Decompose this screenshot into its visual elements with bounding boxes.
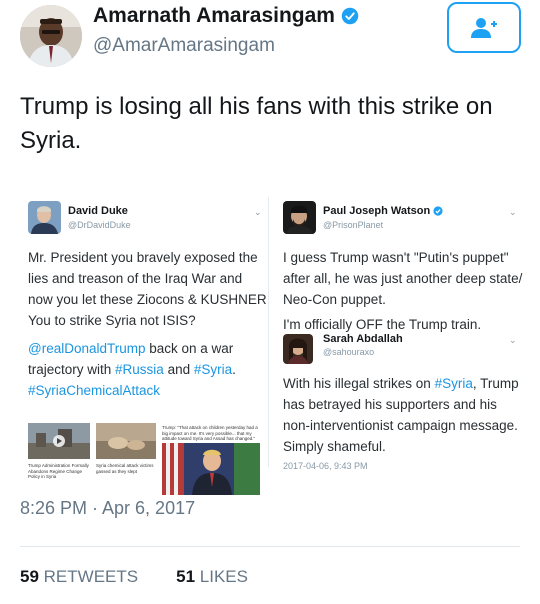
text-fragment: and bbox=[163, 362, 194, 377]
chevron-down-icon: ⌄ bbox=[254, 207, 262, 217]
follow-button[interactable] bbox=[447, 2, 521, 53]
mini-author-name: Paul Joseph Watson bbox=[323, 205, 443, 217]
likes-label[interactable]: LIKES bbox=[200, 567, 248, 586]
mini-author-handle: @DrDavidDuke bbox=[68, 220, 131, 230]
mini-tweet-text: I guess Trump wasn't "Putin's puppet" af… bbox=[283, 247, 528, 310]
retweets-label[interactable]: RETWEETS bbox=[44, 567, 138, 586]
author-handle[interactable]: @AmarAmarasingam bbox=[93, 35, 275, 57]
mini-author-handle: @PrisonPlanet bbox=[323, 220, 384, 230]
verified-badge-icon bbox=[341, 7, 359, 25]
embedded-divider bbox=[268, 197, 269, 467]
text-line: non-interventionist campaign message. bbox=[283, 418, 518, 433]
mini-author-name: David Duke bbox=[68, 205, 128, 217]
tweet-stats: 59 RETWEETS 51 LIKES bbox=[20, 567, 248, 587]
chevron-down-icon: ⌄ bbox=[509, 335, 517, 345]
embedded-image[interactable]: David Duke @DrDavidDuke ⌄ Mr. President … bbox=[0, 175, 540, 495]
tweet-text: Trump is losing all his fans with this s… bbox=[20, 93, 493, 154]
text-line: I guess Trump wasn't "Putin's puppet" bbox=[283, 250, 509, 265]
add-user-icon bbox=[471, 17, 497, 38]
text-line: lies and treason of the Iraq War and bbox=[28, 271, 243, 286]
mini-tweet-text: Mr. President you bravely exposed the li… bbox=[28, 247, 268, 331]
likes-count[interactable]: 51 bbox=[176, 567, 195, 586]
mini-tweet-text-2: @realDonaldTrump back on a war trajector… bbox=[28, 338, 268, 401]
mini-author-name-text: Paul Joseph Watson bbox=[323, 205, 431, 217]
embedded-tweet-paul-joseph-watson: Paul Joseph Watson @PrisonPlanet ⌄ I gue… bbox=[277, 193, 522, 343]
verified-badge-icon bbox=[433, 206, 443, 216]
tweet-timestamp[interactable]: 8:26 PM · Apr 6, 2017 bbox=[20, 498, 195, 519]
thumbnail-caption: Trump Administration Formally Abandons R… bbox=[28, 463, 89, 479]
tweet-header: Amarnath Amarasingam @AmarAmarasingam bbox=[0, 0, 540, 80]
thumbnail-image bbox=[96, 423, 156, 459]
avatar[interactable] bbox=[20, 5, 82, 67]
author-name[interactable]: Amarnath Amarasingam bbox=[93, 4, 359, 28]
text-fragment: trajectory with bbox=[28, 362, 116, 377]
mini-avatar bbox=[283, 201, 316, 234]
hashtag-link: #Russia bbox=[115, 362, 164, 377]
thumbnail-image bbox=[28, 423, 90, 459]
text-fragment: , Trump bbox=[472, 376, 519, 391]
text-line: after all, he was just another deep stat… bbox=[283, 271, 523, 286]
text-line: now you let these Ziocons & KUSHNER bbox=[28, 292, 267, 307]
hashtag-link: #Syria bbox=[193, 362, 233, 377]
stats-divider bbox=[20, 546, 520, 547]
thumbnail-caption: Trump: "That attack on children yesterda… bbox=[162, 425, 258, 441]
text-line: has betrayed his supporters and his bbox=[283, 397, 497, 412]
author-name-text[interactable]: Amarnath Amarasingam bbox=[93, 4, 335, 28]
thumbnail-caption: Syria chemical attack victims gassed as … bbox=[96, 463, 154, 474]
chevron-down-icon: ⌄ bbox=[509, 207, 517, 217]
retweets-count[interactable]: 59 bbox=[20, 567, 39, 586]
text-line: Mr. President you bravely exposed the bbox=[28, 250, 258, 265]
hashtag-link: #Syria bbox=[434, 376, 473, 391]
text-fragment: . bbox=[232, 362, 236, 377]
avatar-photo bbox=[20, 5, 82, 67]
mini-timestamp: 2017-04-06, 9:43 PM bbox=[283, 461, 368, 471]
hashtag-link: #SyriaChemicalAttack bbox=[28, 383, 161, 398]
retweets-stat[interactable]: 59 RETWEETS bbox=[20, 567, 138, 587]
likes-stat[interactable]: 51 LIKES bbox=[176, 567, 248, 587]
thumbnail-image bbox=[162, 443, 260, 495]
mention-link: @realDonaldTrump bbox=[28, 341, 146, 356]
mini-tweet-text: With his illegal strikes on #Syria, Trum… bbox=[283, 373, 528, 457]
text-fragment: back on a war bbox=[145, 341, 234, 356]
mini-avatar bbox=[283, 334, 313, 364]
text-line: You to strike Syria not ISIS? bbox=[28, 313, 196, 328]
thumbnail-row: Trump Administration Formally Abandons R… bbox=[22, 423, 262, 498]
mini-avatar bbox=[28, 201, 61, 234]
embedded-tweet-sarah-abdallah: Sarah Abdallah @sahouraxo ⌄ With his ill… bbox=[277, 329, 522, 479]
text-fragment: With his illegal strikes on bbox=[283, 376, 435, 391]
mini-author-handle: @sahouraxo bbox=[323, 347, 375, 357]
text-line: Neo-Con puppet. bbox=[283, 292, 386, 307]
mini-author-name: Sarah Abdallah bbox=[323, 333, 403, 345]
text-line: Simply shameful. bbox=[283, 439, 386, 454]
